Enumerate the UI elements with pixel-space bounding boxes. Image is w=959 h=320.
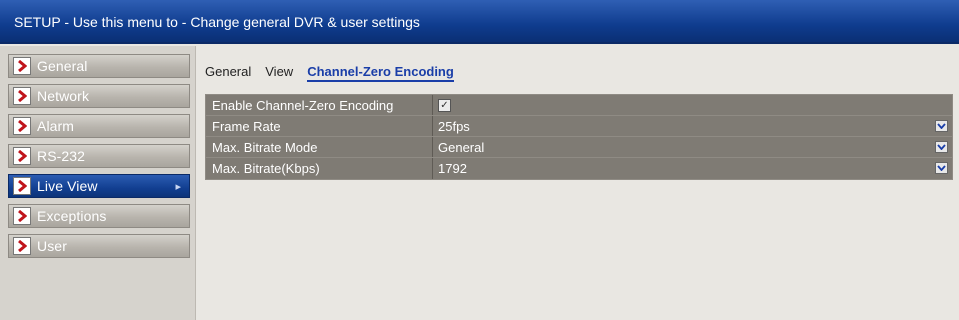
- max-bitrate-select[interactable]: 1792: [433, 158, 952, 179]
- chevron-right-icon: [13, 57, 31, 75]
- window-title-bar: SETUP - Use this menu to - Change genera…: [0, 0, 959, 44]
- bitrate-mode-value: General: [438, 140, 485, 155]
- tab-bar: General View Channel-Zero Encoding: [205, 64, 468, 82]
- tab-view[interactable]: View: [265, 64, 293, 82]
- chevron-down-icon[interactable]: [935, 120, 948, 132]
- chevron-right-icon: [13, 147, 31, 165]
- sidebar-item-label: RS-232: [37, 148, 86, 164]
- enable-channel-zero-checkbox[interactable]: ✓: [438, 99, 451, 112]
- sidebar-item-label: General: [37, 58, 88, 74]
- chevron-right-icon: [13, 177, 31, 195]
- table-row: Max. Bitrate(Kbps) 1792: [206, 158, 952, 179]
- frame-rate-value: 25fps: [438, 119, 470, 134]
- settings-table: Enable Channel-Zero Encoding ✓ Frame Rat…: [205, 94, 953, 180]
- chevron-right-icon: [13, 117, 31, 135]
- sidebar-item-alarm[interactable]: Alarm: [8, 114, 190, 138]
- table-row: Enable Channel-Zero Encoding ✓: [206, 95, 952, 116]
- window-title: SETUP - Use this menu to - Change genera…: [14, 14, 420, 30]
- sidebar-item-exceptions[interactable]: Exceptions: [8, 204, 190, 228]
- table-row: Frame Rate 25fps: [206, 116, 952, 137]
- frame-rate-select[interactable]: 25fps: [433, 116, 952, 136]
- setting-label: Max. Bitrate Mode: [206, 137, 433, 157]
- sidebar-item-general[interactable]: General: [8, 54, 190, 78]
- sidebar-item-label: Exceptions: [37, 208, 107, 224]
- setting-label: Max. Bitrate(Kbps): [206, 158, 433, 179]
- chevron-right-icon: [13, 207, 31, 225]
- sidebar-item-live-view[interactable]: Live View ▸: [8, 174, 190, 198]
- sidebar-item-label: Live View: [37, 178, 98, 194]
- checkmark-icon: ✓: [440, 100, 449, 111]
- sidebar-item-network[interactable]: Network: [8, 84, 190, 108]
- settings-panel: General View Channel-Zero Encoding Enabl…: [197, 46, 959, 320]
- sidebar-item-rs232[interactable]: RS-232: [8, 144, 190, 168]
- setting-label: Enable Channel-Zero Encoding: [206, 95, 433, 115]
- sidebar-item-user[interactable]: User: [8, 234, 190, 258]
- chevron-down-icon[interactable]: [935, 141, 948, 153]
- enable-channel-zero-cell: ✓: [433, 95, 952, 115]
- sidebar: General Network Alarm RS-232 Live View ▸…: [0, 46, 196, 320]
- sidebar-item-label: Alarm: [37, 118, 75, 134]
- tab-channel-zero-encoding[interactable]: Channel-Zero Encoding: [307, 64, 454, 82]
- bitrate-mode-select[interactable]: General: [433, 137, 952, 157]
- setting-label: Frame Rate: [206, 116, 433, 136]
- chevron-right-icon: [13, 87, 31, 105]
- chevron-right-icon: [13, 237, 31, 255]
- max-bitrate-value: 1792: [438, 161, 467, 176]
- table-row: Max. Bitrate Mode General: [206, 137, 952, 158]
- chevron-down-icon[interactable]: [935, 162, 948, 174]
- sidebar-item-label: Network: [37, 88, 90, 104]
- sidebar-item-label: User: [37, 238, 67, 254]
- selected-arrow-icon: ▸: [175, 181, 181, 193]
- tab-general[interactable]: General: [205, 64, 251, 82]
